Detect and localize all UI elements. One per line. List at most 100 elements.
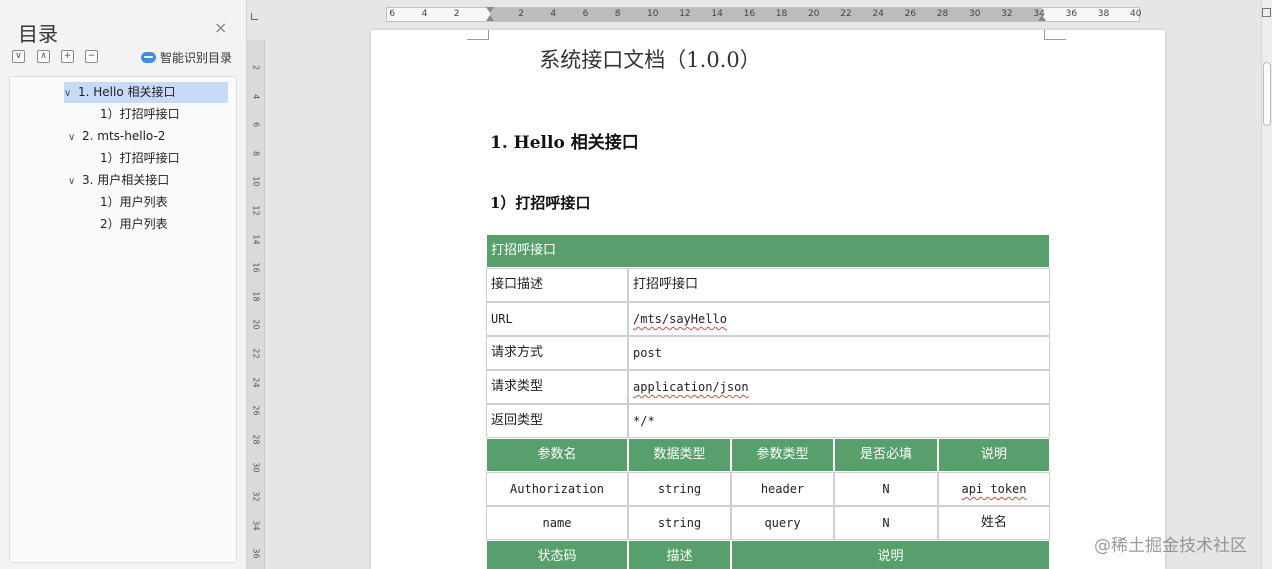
param-cell[interactable]: string: [628, 472, 731, 506]
param-cell[interactable]: Authorization: [486, 472, 628, 506]
info-label[interactable]: 请求方式: [486, 336, 628, 370]
crop-mark: [1044, 30, 1066, 40]
ruler-tick-label: 4: [421, 9, 428, 19]
ruler-tick-label: 36: [251, 548, 261, 559]
chevron-down-icon[interactable]: ∨: [64, 83, 78, 104]
status-header[interactable]: 状态码: [486, 540, 628, 569]
info-label[interactable]: 请求类型: [486, 370, 628, 404]
ruler-tick-label: 30: [251, 462, 261, 473]
ruler-tick-label: 22: [840, 9, 852, 19]
ruler-tick-label: 2: [518, 9, 524, 19]
info-value[interactable]: /mts/sayHello: [628, 302, 1050, 336]
ruler-tick-label: 14: [711, 9, 723, 19]
crop-mark: [467, 30, 489, 40]
ruler-tick-label: 32: [1001, 9, 1013, 19]
param-cell[interactable]: query: [731, 506, 834, 540]
ruler-tick-label: 20: [808, 9, 820, 19]
split-view-icon[interactable]: [1262, 8, 1271, 17]
ruler-tick-label: 30: [969, 9, 981, 19]
ruler-tick-label: 10: [647, 9, 659, 19]
toc-item-user-list-2[interactable]: 2）用户列表: [100, 214, 168, 235]
info-label[interactable]: 返回类型: [486, 404, 628, 438]
param-cell[interactable]: N: [834, 506, 938, 540]
toc-panel: 目录 × ∨ ∧ + − 智能识别目录 ∨ 1. Hello 相关接口 1）打招呼…: [0, 0, 247, 569]
content-type-value: application/json: [633, 380, 749, 394]
param-header[interactable]: 参数类型: [731, 438, 834, 472]
scrollbar-thumb[interactable]: [1263, 62, 1271, 126]
ruler-tick-label: 2: [453, 9, 460, 19]
param-cell[interactable]: 姓名: [938, 506, 1050, 540]
document-page[interactable]: 系统接口文档（1.0.0） 1. Hello 相关接口 1）打招呼接口 打招呼接…: [371, 30, 1165, 569]
ruler-tick-label: 6: [389, 9, 396, 19]
expand-up-icon[interactable]: ∧: [37, 50, 50, 63]
ruler-tick-label: 24: [872, 9, 884, 19]
table-caption[interactable]: 打招呼接口: [486, 234, 1050, 268]
ruler-tick-label: 4: [550, 9, 557, 19]
param-cell[interactable]: string: [628, 506, 731, 540]
ruler-tick-label: 20: [251, 319, 261, 330]
info-value[interactable]: */*: [628, 404, 1050, 438]
right-indent-icon[interactable]: [1038, 15, 1046, 21]
close-icon[interactable]: ×: [214, 20, 227, 36]
param-header[interactable]: 是否必填: [834, 438, 938, 472]
info-label[interactable]: 接口描述: [486, 268, 628, 302]
ruler-tick-label: 26: [251, 405, 261, 416]
info-label[interactable]: URL: [486, 302, 628, 336]
url-value: /mts/sayHello: [633, 312, 727, 326]
ruler-tick-label: 4: [251, 93, 261, 99]
ruler-tick-label: 8: [251, 150, 261, 156]
ruler-tick-label: 10: [251, 176, 261, 187]
hanging-indent-icon[interactable]: [486, 15, 494, 21]
ruler-text-area: [490, 8, 1042, 21]
chevron-down-icon[interactable]: ∨: [68, 171, 82, 192]
ruler-tick-label: 6: [582, 9, 589, 19]
info-value[interactable]: application/json: [628, 370, 1050, 404]
toc-item-user-list-1[interactable]: 1）用户列表: [100, 192, 168, 213]
watermark: @稀土掘金技术社区: [1094, 536, 1247, 556]
toc-item-user[interactable]: ∨ 3. 用户相关接口: [68, 170, 169, 191]
param-desc: api token: [961, 482, 1027, 496]
param-cell[interactable]: header: [731, 472, 834, 506]
info-value[interactable]: post: [628, 336, 1050, 370]
toc-title: 目录: [18, 22, 58, 46]
ruler-tick-label: 32: [251, 491, 261, 502]
ruler-tick-label: 16: [743, 9, 756, 19]
status-header[interactable]: 说明: [731, 540, 1050, 569]
param-cell[interactable]: api token: [938, 472, 1050, 506]
ruler-tick-label: 6: [251, 122, 261, 128]
ruler-tick-label: 8: [614, 9, 621, 19]
heading-2[interactable]: 1）打招呼接口: [490, 192, 590, 213]
add-level-icon[interactable]: +: [61, 50, 74, 63]
ruler-tick-label: 28: [251, 434, 261, 445]
ruler-tick-label: 16: [251, 262, 261, 273]
param-header[interactable]: 数据类型: [628, 438, 731, 472]
info-value[interactable]: 打招呼接口: [628, 268, 1050, 302]
ruler-tick-label: 38: [1097, 9, 1110, 19]
toc-item-mts-greet[interactable]: 1）打招呼接口: [100, 148, 180, 169]
ruler-tick-label: 18: [251, 291, 261, 302]
chevron-down-icon[interactable]: ∨: [68, 127, 82, 148]
param-cell[interactable]: name: [486, 506, 628, 540]
param-header[interactable]: 参数名: [486, 438, 628, 472]
ruler-tick-label: 34: [251, 520, 261, 531]
param-cell[interactable]: N: [834, 472, 938, 506]
ruler-tick-label: 24: [251, 377, 261, 388]
param-header[interactable]: 说明: [938, 438, 1050, 472]
ruler-tick-label: 12: [251, 205, 261, 216]
tab-stop-icon[interactable]: [251, 13, 258, 20]
toc-item-hello-greet[interactable]: 1）打招呼接口: [100, 104, 180, 125]
heading-1[interactable]: 1. Hello 相关接口: [490, 128, 639, 153]
toc-tree: ∨ 1. Hello 相关接口 1）打招呼接口 ∨ 2. mts-hello-2 1…: [9, 76, 237, 563]
toc-item-hello[interactable]: ∨ 1. Hello 相关接口: [64, 82, 228, 103]
ruler-tick-label: 28: [936, 9, 949, 19]
ruler-corner: [247, 0, 265, 40]
remove-level-icon[interactable]: −: [85, 50, 98, 63]
first-line-indent-icon[interactable]: [486, 7, 494, 13]
ruler-tick-label: 12: [679, 9, 691, 19]
toc-item-mts-hello-2[interactable]: ∨ 2. mts-hello-2: [68, 126, 165, 147]
ruler-tick-label: 18: [775, 9, 788, 19]
status-header[interactable]: 描述: [628, 540, 731, 569]
ruler-tick-label: 26: [904, 9, 917, 19]
document-title[interactable]: 系统接口文档（1.0.0）: [135, 44, 1165, 74]
collapse-all-icon[interactable]: ∨: [12, 50, 25, 63]
